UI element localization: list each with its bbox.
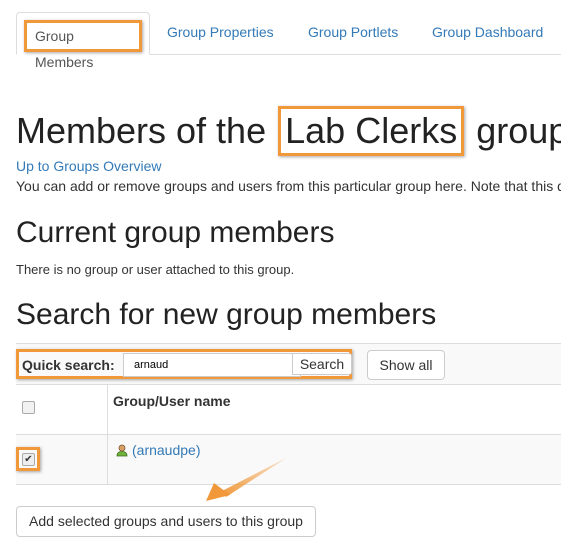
search-highlight: Quick search: Search [16,349,352,379]
quick-search-input[interactable] [123,353,301,377]
title-suffix: group [476,110,561,151]
checkbox-highlight: ✔ [16,447,40,471]
user-icon [116,444,128,457]
show-all-button[interactable]: Show all [367,350,445,380]
tab-group-members[interactable]: Group Members [16,12,150,70]
quick-search-label: Quick search: [22,357,115,373]
column-header-name: Group/User name [113,393,231,409]
tab-group-dashboard[interactable]: Group Dashboard [432,12,543,53]
select-all-checkbox[interactable] [22,401,35,414]
current-members-heading: Current group members [16,216,335,249]
user-link[interactable]: (arnaudpe) [132,442,201,458]
search-bar: Quick search: Search Show all [16,343,561,385]
tab-bar: Group Members Group Properties Group Por… [16,12,561,70]
search-button[interactable]: Search [292,353,352,375]
search-heading: Search for new group members [16,298,437,331]
group-name-highlight: Lab Clerks [278,106,465,156]
annotation-arrow-icon [206,457,288,501]
table-header-row: Group/User name [16,384,561,435]
empty-members-text: There is no group or user attached to th… [16,262,295,277]
page-title: Members of the Lab Clerks group [16,106,561,156]
add-selected-button[interactable]: Add selected groups and users to this gr… [16,506,316,537]
tab-label: Group Members [24,20,142,70]
tab-group-portlets[interactable]: Group Portlets [308,12,398,53]
row-checkbox[interactable]: ✔ [22,453,35,466]
title-prefix: Members of the [16,110,267,151]
tab-group-properties[interactable]: Group Properties [167,12,274,53]
page-description: You can add or remove groups and users f… [16,178,561,194]
up-to-groups-link[interactable]: Up to Groups Overview [16,158,162,174]
